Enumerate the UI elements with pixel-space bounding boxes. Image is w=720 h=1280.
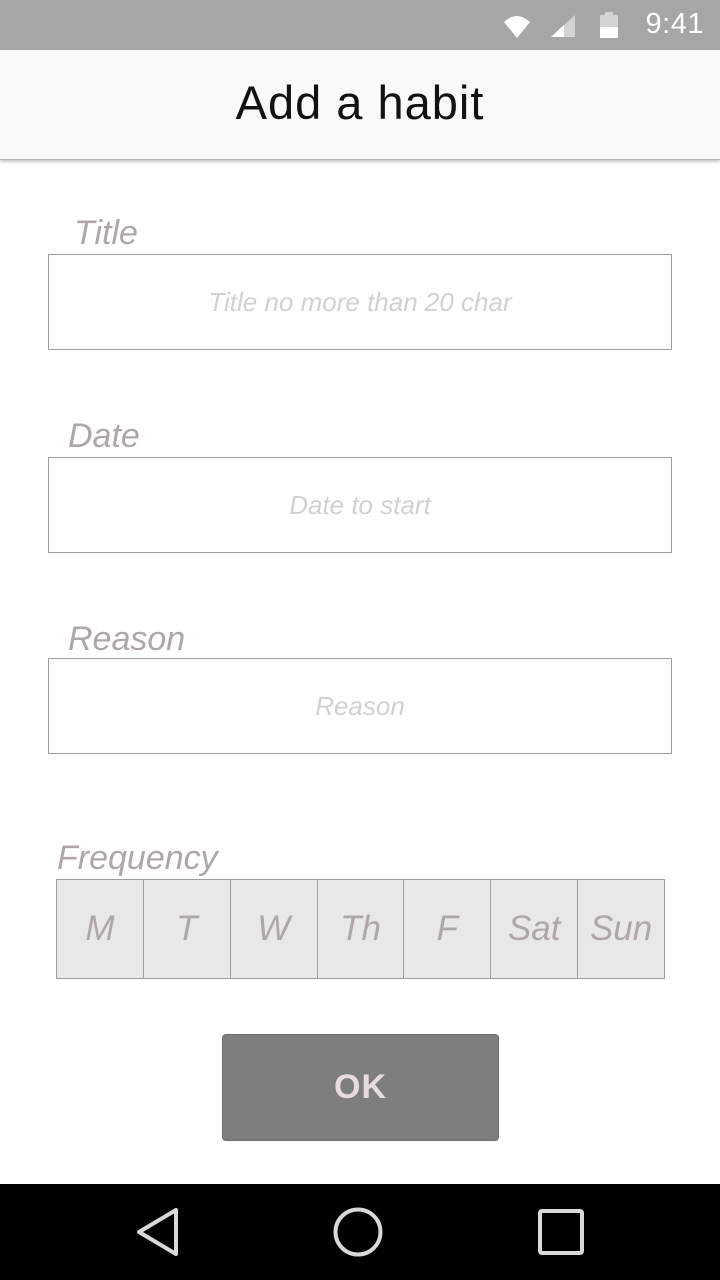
wifi-icon (504, 16, 530, 38)
add-habit-screen: 9:41 Add a habit Title Date Reason Frequ… (0, 0, 720, 1280)
page-title: Add a habit (235, 76, 485, 129)
back-button[interactable] (108, 1184, 208, 1280)
recents-button[interactable] (511, 1184, 611, 1280)
back-icon (137, 1208, 178, 1256)
status-time: 9:41 (645, 8, 704, 40)
battery-icon (600, 12, 618, 38)
day-toggle-sunday[interactable]: Sun (578, 880, 664, 978)
reason-label: Reason (68, 620, 186, 658)
frequency-day-selector: M T W Th F Sat Sun (56, 879, 665, 979)
status-bar: 9:41 (0, 0, 720, 50)
recents-icon (538, 1209, 584, 1255)
system-nav-bar (0, 1184, 720, 1280)
frequency-label: Frequency (57, 839, 218, 877)
day-toggle-saturday[interactable]: Sat (491, 880, 579, 978)
day-toggle-friday[interactable]: F (404, 880, 492, 978)
title-input[interactable] (48, 254, 672, 350)
day-toggle-wednesday[interactable]: W (231, 880, 318, 978)
ok-button[interactable]: OK (222, 1034, 499, 1141)
day-toggle-tuesday[interactable]: T (144, 880, 231, 978)
day-toggle-monday[interactable]: M (57, 880, 144, 978)
day-toggle-thursday[interactable]: Th (318, 880, 405, 978)
home-button[interactable] (308, 1184, 408, 1280)
home-icon (333, 1207, 383, 1257)
app-bar: Add a habit (0, 50, 720, 160)
reason-input[interactable] (48, 658, 672, 754)
date-input[interactable] (48, 457, 672, 553)
date-label: Date (68, 417, 140, 455)
cell-signal-icon (551, 15, 575, 37)
title-label: Title (74, 214, 138, 252)
